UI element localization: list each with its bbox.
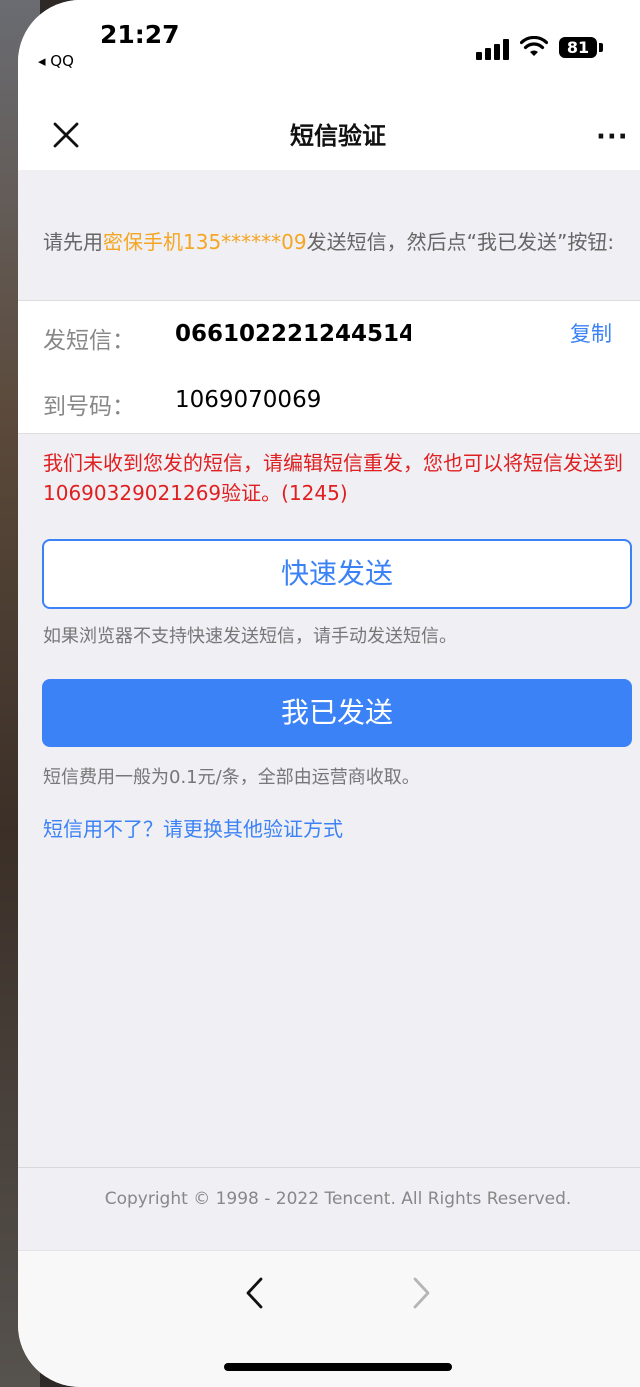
navigation-bar: 短信验证 ··· [18, 100, 640, 170]
forward-arrow-icon[interactable] [406, 1273, 436, 1313]
sent-confirm-button[interactable]: 我已发送 [42, 679, 632, 747]
page-title: 短信验证 [290, 122, 386, 150]
sms-content-label: 发短信： [43, 328, 135, 354]
copyright-text: Copyright © 1998 - 2022 Tencent. All Rig… [104, 1189, 572, 1209]
status-bar: 21:27 ◂ QQ 81 [18, 0, 640, 100]
home-indicator[interactable] [224, 1363, 452, 1371]
more-options-icon[interactable]: ··· [596, 122, 629, 152]
cellular-signal-icon [476, 38, 510, 60]
masked-phone-number: 密保手机135******09 [103, 230, 307, 254]
wifi-icon [520, 36, 548, 56]
main-content: 请先用密保手机135******09发送短信，然后点“我已发送”按钮: 发短信：… [18, 170, 640, 1250]
battery-icon: 81 [559, 37, 597, 58]
copy-button[interactable]: 复制 [570, 318, 612, 348]
fee-hint: 短信费用一般为0.1元/条，全部由运营商收取。 [43, 767, 420, 788]
target-number-value: 1069070069 [175, 387, 322, 413]
target-number-label: 到号码： [43, 394, 135, 420]
quick-send-button[interactable]: 快速发送 [42, 539, 632, 609]
instruction-text: 请先用密保手机135******09发送短信，然后点“我已发送”按钮: [43, 228, 623, 257]
back-to-app-link[interactable]: ◂ QQ [38, 52, 74, 70]
battery-tip [599, 43, 603, 52]
instruction-prefix: 请先用 [43, 230, 103, 254]
warning-message: 我们未收到您发的短信，请编辑短信重发，您也可以将短信发送到10690329021… [43, 451, 623, 505]
sms-content-value: 06610222124451436 [175, 321, 411, 347]
quick-send-hint: 如果浏览器不支持快速发送短信，请手动发送短信。 [43, 626, 457, 647]
footer-divider [18, 1167, 640, 1168]
browser-toolbar [18, 1250, 640, 1387]
other-verification-link[interactable]: 短信用不了？请更换其他验证方式 [43, 813, 343, 842]
instruction-suffix: 发送短信，然后点“我已发送”按钮: [306, 230, 615, 254]
back-arrow-icon[interactable] [240, 1273, 270, 1313]
phone-screen: 21:27 ◂ QQ 81 短信验证 ··· 请先用密保手机135******0… [18, 0, 640, 1387]
sms-info-card: 发短信： 06610222124451436 复制 到号码： 106907006… [18, 300, 640, 434]
status-time: 21:27 [100, 20, 180, 49]
